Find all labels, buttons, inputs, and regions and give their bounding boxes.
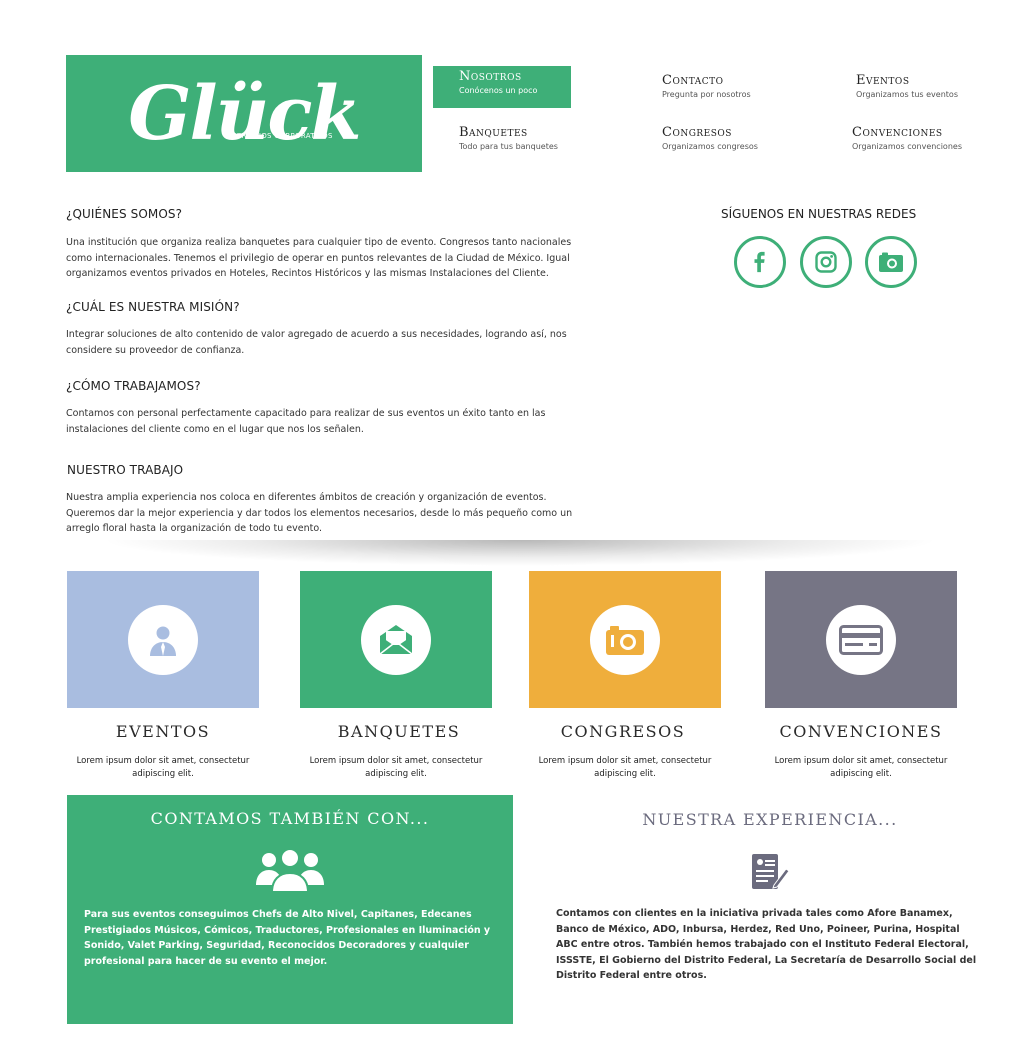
experience-body: Contamos con clientes en la iniciativa p… [556,908,977,981]
service-desc-convenciones: Lorem ipsum dolor sit amet, consectetur … [774,756,948,779]
nav-item-nosotros[interactable]: Nosotros Conócenos un poco [433,66,571,108]
nav-item-title: Convenciones [852,125,943,140]
nav-item-title: Contacto [662,73,724,88]
service-icon-circle [361,604,431,675]
service-title-banquetes: BANQUETES [337,722,461,741]
nav-item-subtitle: Todo para tus banquetes [459,142,558,151]
nav-item-subtitle: Organizamos congresos [662,142,758,151]
service-card-convenciones[interactable] [765,571,957,708]
nav-item-banquetes[interactable]: Banquetes Todo para tus banquetes [459,125,599,152]
nav-item-title: Congresos [662,125,732,140]
camera-icon [606,625,644,655]
facebook-icon [754,251,765,273]
service-icon-circle [590,604,660,675]
instagram-icon [815,251,837,273]
nav-item-congresos[interactable]: Congresos Organizamos congresos [662,125,802,152]
experience-title: NUESTRA EXPERIENCIA... [642,810,898,829]
section-heading-quienes: ¿QUIÉNES SOMOS? [66,207,183,221]
service-title-convenciones: CONVENCIONES [779,722,943,741]
envelope-icon [379,624,413,655]
nav-item-eventos[interactable]: Eventos Organizamos tus eventos [856,73,996,100]
group-icon [256,848,324,893]
service-card-eventos[interactable] [67,571,259,708]
facebook-link[interactable] [734,236,786,288]
person-icon [150,626,176,656]
also-panel: CONTAMOS TAMBIÉN CON... Para sus eventos… [67,795,513,1024]
service-title-congresos: CONGRESOS [560,722,686,741]
service-desc-congresos: Lorem ipsum dolor sit amet, consectetur … [538,756,712,779]
section-body-quienes: Una institución que organiza realiza ban… [66,237,572,279]
service-card-congresos[interactable] [529,571,721,708]
service-icon-circle [826,604,896,675]
service-desc-eventos: Lorem ipsum dolor sit amet, consectetur … [76,756,250,779]
logo-subtitle: SERVICIOS CORPORATIVOS [232,132,333,140]
service-icon-circle [128,604,198,675]
nav-item-title: Banquetes [459,125,528,140]
section-heading-mision: ¿CUÁL ES NUESTRA MISIÓN? [66,300,240,314]
nav-item-title: Eventos [856,73,910,88]
service-title-eventos: EVENTOS [115,722,211,741]
section-heading-trabajo: NUESTRO TRABAJO [67,463,184,477]
logo-wordmark: Glück [128,70,361,157]
logo-banner[interactable]: Glück SERVICIOS CORPORATIVOS [66,55,422,172]
nav-item-subtitle: Organizamos tus eventos [856,90,958,99]
instagram-link[interactable] [800,236,852,288]
section-body-trabajo: Nuestra amplia experiencia nos coloca en… [66,492,573,534]
camera-link[interactable] [865,236,917,288]
nav-item-contacto[interactable]: Contacto Pregunta por nosotros [662,73,802,100]
nav-item-subtitle: Conócenos un poco [459,86,538,95]
also-body: Para sus eventos conseguimos Chefs de Al… [84,909,491,967]
document-sign-icon [752,854,790,889]
nav-item-title: Nosotros [459,69,522,84]
credit-card-icon [839,624,883,655]
section-body-mision: Integrar soluciones de alto contenido de… [66,329,567,356]
camera-icon [879,252,903,272]
section-heading-como: ¿CÓMO TRABAJAMOS? [66,379,201,393]
nav-item-convenciones[interactable]: Convenciones Organizamos convenciones [852,125,1002,152]
nav-item-subtitle: Pregunta por nosotros [662,90,751,99]
section-body-como: Contamos con personal perfectamente capa… [66,408,546,435]
service-card-banquetes[interactable] [300,571,492,708]
also-title: CONTAMOS TAMBIÉN CON... [150,809,430,828]
nav-item-subtitle: Organizamos convenciones [852,142,962,151]
social-heading: SÍGUENOS EN NUESTRAS REDES [721,207,917,221]
service-desc-banquetes: Lorem ipsum dolor sit amet, consectetur … [309,756,483,779]
section-divider [100,540,940,566]
